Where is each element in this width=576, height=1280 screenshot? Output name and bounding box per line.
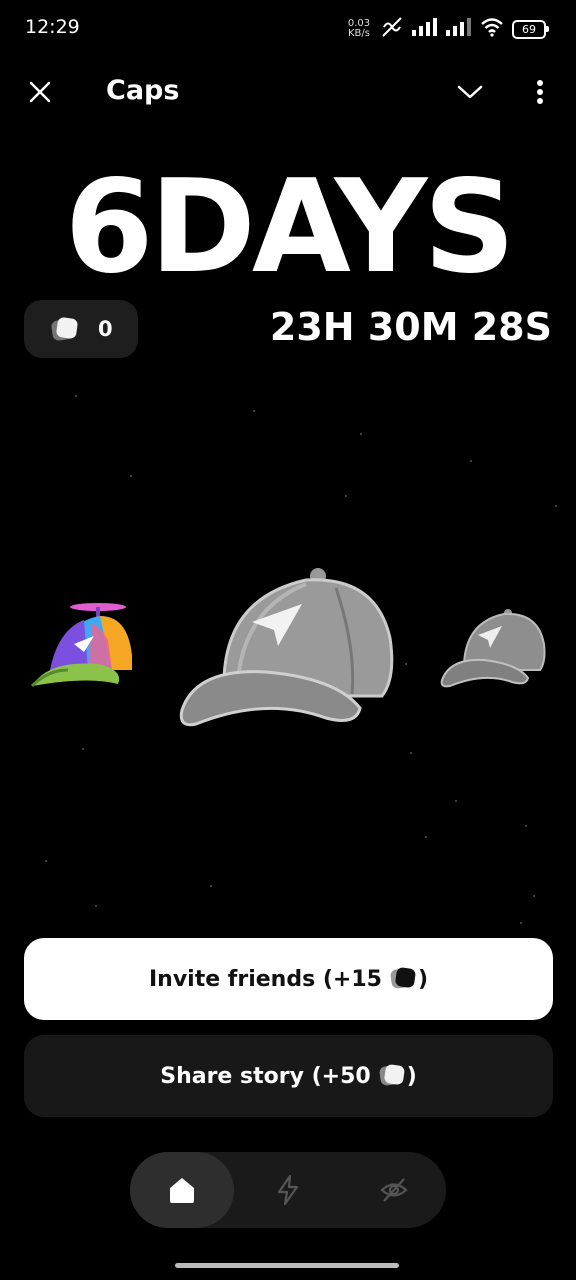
coin-icon <box>379 1063 405 1089</box>
close-icon <box>29 81 51 103</box>
invite-friends-suffix: ) <box>417 966 429 992</box>
grey-telegram-cap-small-item[interactable] <box>440 608 546 688</box>
grey-cap-small-icon <box>440 609 546 688</box>
propeller-cap-item[interactable] <box>28 600 136 690</box>
home-indicator[interactable] <box>175 1263 399 1268</box>
grey-cap-icon <box>179 568 394 727</box>
hidden-eye-icon <box>380 1178 408 1202</box>
vibrate-off-icon <box>380 16 404 42</box>
nav-hidden[interactable] <box>342 1152 446 1228</box>
more-vertical-icon <box>537 80 543 104</box>
balance-pill[interactable]: 0 <box>24 300 138 358</box>
bolt-icon <box>277 1174 299 1206</box>
battery-indicator: 69 <box>512 19 549 39</box>
close-button[interactable] <box>20 72 60 112</box>
propeller-cap-icon <box>30 603 132 688</box>
countdown-hms: 23H 30M 28S <box>269 305 552 349</box>
bottom-nav <box>130 1152 446 1228</box>
page-title: Caps <box>106 75 180 106</box>
signal-icon <box>412 18 438 40</box>
grey-telegram-cap-item[interactable] <box>176 568 398 728</box>
invite-friends-button[interactable]: Invite friends (+15 ) <box>24 938 553 1020</box>
status-icons: 0.03 KB/s 69 <box>346 16 549 42</box>
network-speed: 0.03 KB/s <box>346 19 372 39</box>
status-time: 12:29 <box>25 16 80 38</box>
nav-boost[interactable] <box>236 1152 340 1228</box>
balance-value: 0 <box>98 317 113 341</box>
wifi-icon <box>480 17 504 41</box>
collapse-button[interactable] <box>450 72 490 112</box>
status-bar: 12:29 0.03 KB/s 69 <box>0 0 576 56</box>
network-speed-unit: KB/s <box>348 28 370 39</box>
more-menu-button[interactable] <box>520 72 560 112</box>
home-icon <box>170 1178 194 1203</box>
share-story-label: Share story (+50 <box>160 1063 371 1089</box>
nav-home[interactable] <box>130 1152 234 1228</box>
share-story-button[interactable]: Share story (+50 ) <box>24 1035 553 1117</box>
header: Caps <box>0 62 576 122</box>
signal-icon-2 <box>446 18 472 40</box>
share-story-suffix: ) <box>406 1063 417 1089</box>
caps-carousel[interactable] <box>0 560 576 740</box>
invite-friends-label: Invite friends (+15 <box>148 966 382 992</box>
countdown-days: 6DAYS <box>64 153 516 302</box>
coin-icon <box>390 966 416 992</box>
chevron-down-icon <box>457 85 483 99</box>
coin-icon <box>50 316 78 342</box>
